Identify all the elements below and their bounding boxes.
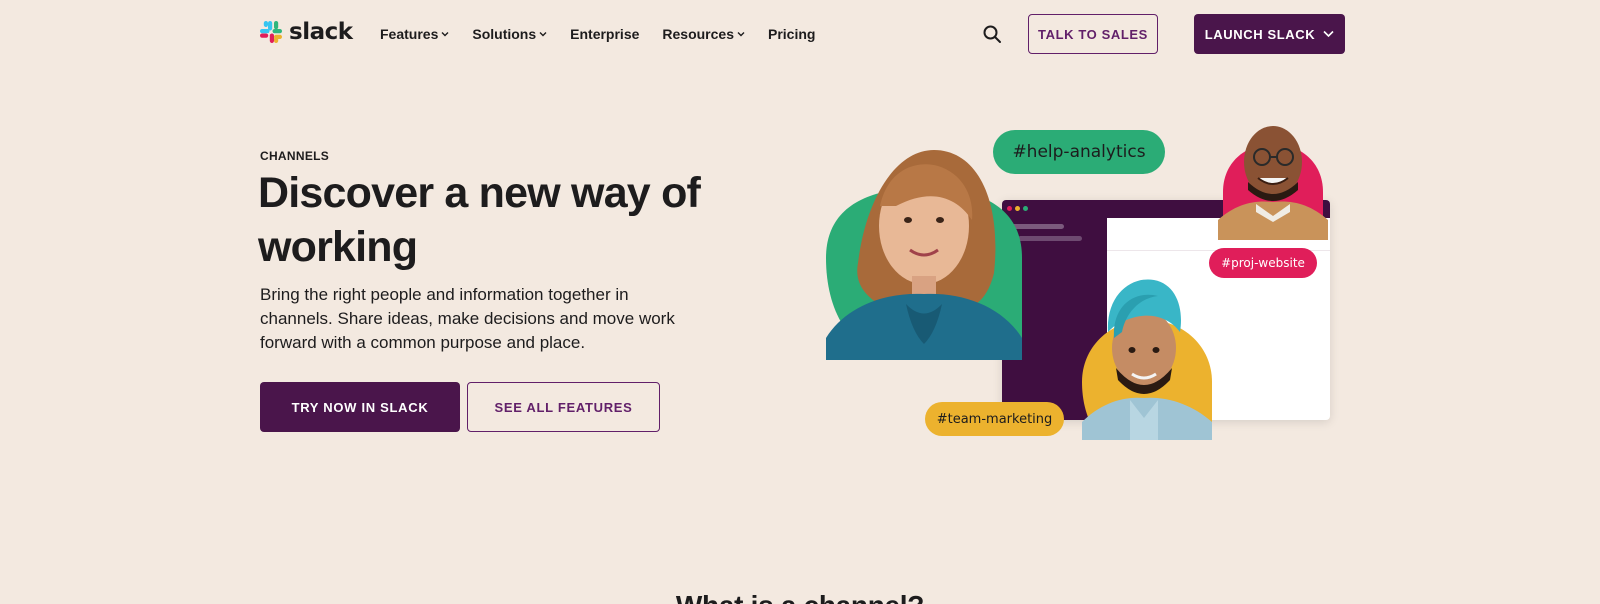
woman-avatar xyxy=(826,108,1022,360)
sidebar-placeholder-line xyxy=(1018,236,1082,241)
try-now-button[interactable]: TRY NOW IN SLACK xyxy=(260,382,460,432)
nav-item-resources[interactable]: Resources xyxy=(662,24,745,44)
chevron-down-icon xyxy=(539,32,547,37)
primary-nav: Features Solutions Enterprise Resources … xyxy=(380,24,838,44)
nav-item-label: Enterprise xyxy=(570,26,640,42)
chevron-down-icon xyxy=(441,32,449,37)
hero-illustration: #help-analytics #proj-website #team-mark… xyxy=(820,100,1340,445)
hero-subtext: Bring the right people and information t… xyxy=(260,285,675,352)
channel-tag-proj-website: #proj-website xyxy=(1209,248,1317,278)
chevron-down-icon xyxy=(1323,30,1334,38)
nav-item-label: Pricing xyxy=(767,26,816,42)
man-turban-avatar xyxy=(1082,272,1212,440)
man-glasses-avatar xyxy=(1218,116,1328,240)
hero-headline: Discover a new way of working xyxy=(258,169,701,271)
window-maximize-dot xyxy=(1023,206,1028,211)
launch-slack-label: LAUNCH SLACK xyxy=(1204,26,1316,42)
nav-item-label: Resources xyxy=(662,26,734,42)
nav-item-solutions[interactable]: Solutions xyxy=(472,24,547,44)
man-portrait-image xyxy=(1082,279,1212,440)
channel-tag-team-marketing: #team-marketing xyxy=(925,402,1064,436)
nav-item-label: Features xyxy=(380,26,439,42)
nav-item-enterprise[interactable]: Enterprise xyxy=(570,24,639,44)
nav-item-pricing[interactable]: Pricing xyxy=(768,24,815,44)
slack-mark-icon xyxy=(260,21,282,43)
woman-portrait-image xyxy=(826,150,1022,360)
top-nav: slack Features Solutions Enterprise Reso… xyxy=(0,0,1600,68)
nav-item-features[interactable]: Features xyxy=(380,24,449,44)
channel-tag-help-analytics: #help-analytics xyxy=(993,130,1165,174)
brand-wordmark: slack xyxy=(289,19,353,45)
page: slack Features Solutions Enterprise Reso… xyxy=(0,0,1600,604)
hero-eyebrow: CHANNELS xyxy=(260,149,330,163)
nav-item-label: Solutions xyxy=(472,26,537,42)
search-button[interactable] xyxy=(982,24,1002,44)
search-icon xyxy=(983,25,1001,43)
slack-logo[interactable]: slack xyxy=(259,19,353,45)
man-portrait-image xyxy=(1218,126,1328,240)
see-all-features-button[interactable]: SEE ALL FEATURES xyxy=(467,382,660,432)
chevron-down-icon xyxy=(737,32,745,37)
launch-slack-button[interactable]: LAUNCH SLACK xyxy=(1194,14,1345,54)
section-heading-what-is-a-channel: What is a channel? xyxy=(0,590,1600,604)
talk-to-sales-button[interactable]: TALK TO SALES xyxy=(1028,14,1158,54)
